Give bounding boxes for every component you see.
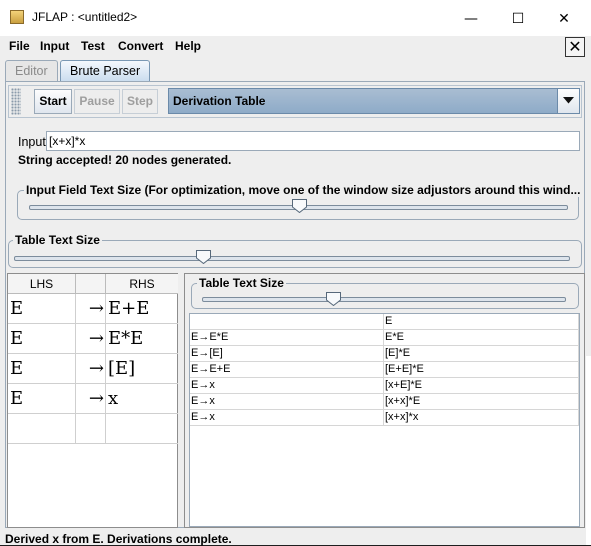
tab-editor[interactable]: Editor — [5, 60, 58, 82]
start-button[interactable]: Start — [34, 89, 72, 114]
menu-help[interactable]: Help — [175, 39, 201, 53]
input-text-size-slider-thumb[interactable] — [291, 199, 307, 213]
view-select[interactable]: Derivation Table — [168, 88, 580, 114]
derivation-string-cell[interactable]: [E+E]*E — [384, 362, 579, 378]
minimize-button[interactable]: — — [448, 6, 494, 32]
grammar-rhs-cell[interactable]: E+E — [106, 294, 178, 324]
chevron-down-icon — [563, 97, 574, 104]
derivation-production-cell[interactable]: E→E+E — [190, 362, 384, 378]
derivation-production-cell[interactable]: E→[E] — [190, 346, 384, 362]
grammar-arrow-cell: → — [76, 294, 106, 324]
jflap-window: JFLAP : <untitled2> — ☐ ✕ File Input Tes… — [0, 0, 591, 546]
input-text-size-legend: Input Field Text Size (For optimization,… — [24, 183, 583, 197]
menu-file[interactable]: File — [9, 39, 30, 53]
input-label: Input — [18, 135, 46, 149]
derivation-header-production — [190, 314, 384, 330]
grammar-lhs-cell[interactable]: E — [8, 354, 76, 384]
view-select-value: Derivation Table — [173, 94, 266, 108]
parse-status-text: String accepted! 20 nodes generated. — [18, 153, 232, 167]
grammar-empty-cell[interactable] — [106, 414, 178, 444]
derivation-string-cell[interactable]: [x+x]*E — [384, 394, 579, 410]
grammar-rhs-cell[interactable]: E*E — [106, 324, 178, 354]
grammar-empty-cell[interactable] — [8, 414, 76, 444]
menu-input[interactable]: Input — [40, 39, 69, 53]
menu-test[interactable]: Test — [81, 39, 105, 53]
grammar-header-lhs: LHS — [8, 274, 76, 294]
menu-bar: File Input Test Convert Help — [0, 36, 591, 58]
grammar-lhs-cell[interactable]: E — [8, 384, 76, 414]
grammar-lhs-cell[interactable]: E — [8, 324, 76, 354]
derivation-header-derivation: E — [384, 314, 579, 330]
grammar-arrow-cell: → — [76, 324, 106, 354]
derivation-string-cell[interactable]: [E]*E — [384, 346, 579, 362]
table-text-size-slider-thumb[interactable] — [196, 250, 212, 264]
grammar-rhs-cell[interactable]: x — [106, 384, 178, 414]
toolbar-grip-handle[interactable] — [11, 88, 21, 115]
derivation-production-cell[interactable]: E→E*E — [190, 330, 384, 346]
background-window-edge — [586, 356, 591, 545]
jflap-app-icon — [10, 10, 24, 24]
derivation-text-size-slider-thumb[interactable] — [326, 292, 342, 306]
step-button[interactable]: Step — [122, 89, 158, 114]
grammar-table: LHS RHS E → E+E E → E*E E → [E] E → x — [7, 273, 178, 528]
grammar-header-arrow — [76, 274, 106, 294]
derivation-string-cell[interactable]: [x+x]*x — [384, 410, 579, 426]
grammar-arrow-cell: → — [76, 354, 106, 384]
maximize-button[interactable]: ☐ — [495, 6, 541, 32]
grammar-arrow-cell: → — [76, 384, 106, 414]
menu-convert[interactable]: Convert — [118, 39, 163, 53]
derivation-text-size-track[interactable] — [202, 297, 566, 302]
derivation-string-cell[interactable]: [x+E]*E — [384, 378, 579, 394]
window-title: JFLAP : <untitled2> — [32, 10, 138, 24]
window-close-button[interactable]: ✕ — [541, 6, 587, 32]
status-bar-text: Derived x from E. Derivations complete. — [5, 532, 232, 546]
derivation-text-size-legend: Table Text Size — [197, 276, 286, 290]
grammar-header-rhs: RHS — [106, 274, 178, 294]
tab-brute-parser[interactable]: Brute Parser — [60, 60, 151, 82]
derivation-table: E E→E*E E*E E→[E] [E]*E E→E+E [E+E]*E E→… — [189, 313, 580, 527]
title-bar: JFLAP : <untitled2> — ☐ ✕ — [0, 0, 591, 36]
grammar-empty-cell — [76, 414, 106, 444]
view-select-arrow[interactable] — [557, 89, 579, 113]
derivation-production-cell[interactable]: E→x — [190, 378, 384, 394]
grammar-rhs-cell[interactable]: [E] — [106, 354, 178, 384]
table-text-size-track[interactable] — [14, 256, 570, 261]
table-text-size-legend: Table Text Size — [13, 233, 102, 247]
pause-button[interactable]: Pause — [74, 89, 120, 114]
derivation-production-cell[interactable]: E→x — [190, 410, 384, 426]
input-string-field[interactable]: [x+x]*x — [46, 131, 580, 151]
derivation-production-cell[interactable]: E→x — [190, 394, 384, 410]
grammar-lhs-cell[interactable]: E — [8, 294, 76, 324]
close-tab-button[interactable]: ✕ — [565, 37, 585, 57]
derivation-string-cell[interactable]: E*E — [384, 330, 579, 346]
